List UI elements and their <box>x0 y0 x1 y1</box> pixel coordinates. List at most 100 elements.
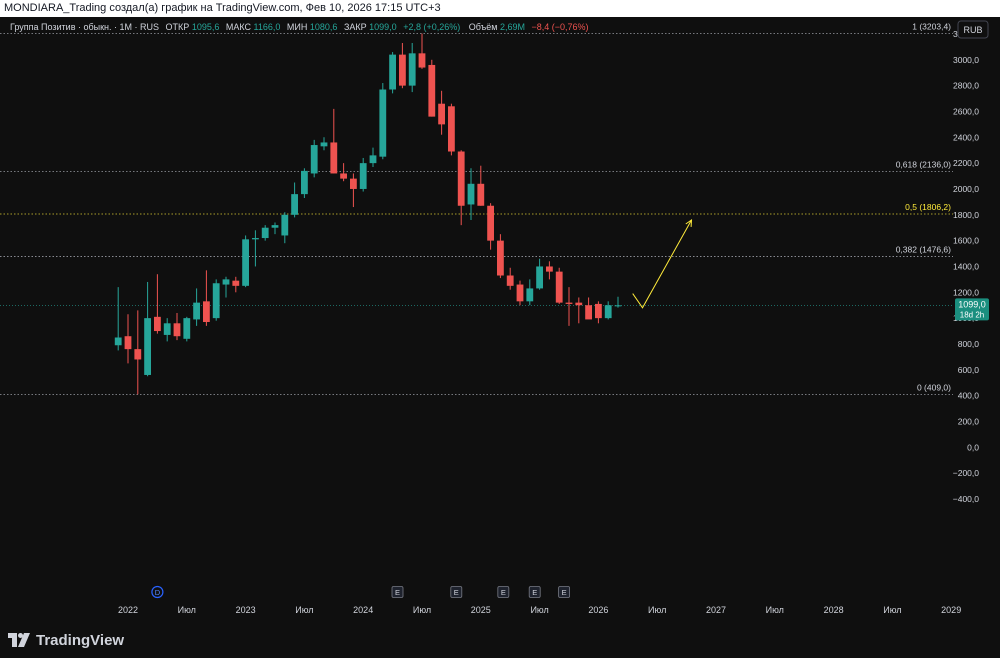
candle[interactable] <box>428 59 436 117</box>
candle[interactable] <box>330 108 338 174</box>
candle[interactable] <box>242 235 249 288</box>
candle-body <box>516 284 524 302</box>
candle[interactable] <box>222 276 230 298</box>
legend-open-value: 1095,6 <box>192 22 220 32</box>
time-tick-label: 2028 <box>824 605 844 615</box>
fibonacci-retracement[interactable]: 1 (3203,4) 0,618 (2136,0) 0,5 (1806,2) 0,38… <box>0 22 953 395</box>
candle[interactable] <box>173 312 181 341</box>
candle[interactable] <box>516 280 524 306</box>
earnings-marker[interactable]: E <box>391 586 404 598</box>
candle[interactable] <box>183 316 191 342</box>
price-chart[interactable]: 1 (3203,4) 0,618 (2136,0) 0,5 (1806,2) 0,38… <box>0 17 1000 622</box>
projection-line[interactable] <box>632 219 692 309</box>
price-axis[interactable]: 3800,03600,03400,03200,03000,02800,02600… <box>953 17 980 504</box>
candle-body <box>271 225 279 228</box>
time-tick-label: Июл <box>766 605 784 615</box>
candle-body <box>222 279 230 285</box>
candle[interactable] <box>310 139 318 178</box>
dividend-marker[interactable]: D <box>151 585 164 599</box>
earnings-marker[interactable]: E <box>497 586 510 598</box>
candle[interactable] <box>359 157 367 192</box>
candle[interactable] <box>497 234 504 279</box>
last-price-badge: 1099,0 18d 2h <box>955 298 989 321</box>
candle[interactable] <box>448 103 455 156</box>
candle[interactable] <box>526 279 534 306</box>
footer: TradingView <box>0 622 1000 658</box>
candle[interactable] <box>438 90 445 135</box>
candle-body <box>575 302 583 306</box>
price-tick-label: 2800,0 <box>953 81 979 91</box>
candle[interactable] <box>124 314 132 364</box>
candle[interactable] <box>144 281 151 377</box>
legend-low-value: 1080,6 <box>310 22 338 32</box>
candle[interactable] <box>193 288 200 326</box>
price-tick-label: 800,0 <box>958 339 980 349</box>
candle[interactable] <box>585 297 592 320</box>
candle[interactable] <box>614 296 622 308</box>
time-tick-label: Июл <box>413 605 431 615</box>
earnings-marker[interactable]: E <box>558 586 570 598</box>
symbol-legend: Группа Позитив · обыкн. · 1M · RUS ОТКР … <box>10 22 589 32</box>
legend-close-value: 1099,0 <box>369 22 397 32</box>
tradingview-brand[interactable]: TradingView <box>8 630 124 650</box>
candle[interactable] <box>467 168 475 220</box>
candle[interactable] <box>575 297 583 324</box>
candle-body <box>467 183 475 205</box>
candle[interactable] <box>379 83 387 160</box>
candle[interactable] <box>134 310 142 395</box>
price-tick-label: 1800,0 <box>953 210 979 220</box>
candle[interactable] <box>506 267 514 290</box>
candle[interactable] <box>418 33 426 69</box>
candle[interactable] <box>203 270 210 326</box>
projection-drawing[interactable] <box>632 218 693 309</box>
candle[interactable] <box>408 42 416 93</box>
candle[interactable] <box>555 267 563 304</box>
candle[interactable] <box>536 258 543 290</box>
candle-body <box>359 163 367 189</box>
candle[interactable] <box>565 287 573 326</box>
candle[interactable] <box>320 137 328 151</box>
candle[interactable] <box>212 279 220 321</box>
candle-body <box>252 238 259 240</box>
candle-body <box>487 205 494 241</box>
candle[interactable] <box>252 230 259 267</box>
price-tick-label: 1400,0 <box>953 261 979 271</box>
candle[interactable] <box>163 318 171 342</box>
time-tick-label: 2026 <box>588 605 608 615</box>
candle[interactable] <box>154 274 161 334</box>
candle-body <box>418 53 426 68</box>
candle[interactable] <box>487 203 494 250</box>
price-tick-label: 2200,0 <box>953 158 979 168</box>
legend-volume-label: Объём <box>469 22 498 32</box>
brand-name: TradingView <box>36 631 125 649</box>
fib-level-label: 0,382 (1476,6) <box>896 245 951 255</box>
time-tick-label: Июл <box>178 605 196 615</box>
candle[interactable] <box>114 287 122 351</box>
candle[interactable] <box>369 147 377 168</box>
candle[interactable] <box>301 168 308 199</box>
candle-body <box>114 337 122 346</box>
candle-body <box>163 323 171 335</box>
price-tick-label: −200,0 <box>953 468 980 478</box>
candle[interactable] <box>291 182 298 218</box>
candle[interactable] <box>389 52 396 94</box>
time-tick-label: Июл <box>295 605 313 615</box>
currency-button[interactable]: RUB <box>957 20 989 39</box>
candle[interactable] <box>232 276 240 293</box>
candle[interactable] <box>261 225 269 241</box>
earnings-marker[interactable]: E <box>450 586 463 598</box>
candle[interactable] <box>281 212 289 244</box>
candle[interactable] <box>340 163 347 182</box>
time-axis[interactable]: 2022 Июл 2023 Июл 2024 Июл 2025 Июл 2026 Июл 2027 И… <box>118 605 961 615</box>
candle[interactable] <box>604 301 612 320</box>
earnings-marker[interactable]: E <box>528 586 541 598</box>
candle[interactable] <box>595 301 602 324</box>
candle-body <box>183 318 191 339</box>
candle[interactable] <box>546 261 553 280</box>
candle[interactable] <box>350 173 357 208</box>
candle[interactable] <box>399 42 406 89</box>
candle-body <box>291 194 298 215</box>
tradingview-logo-icon <box>8 633 30 647</box>
candle[interactable] <box>271 222 279 235</box>
candle-body <box>614 305 622 307</box>
